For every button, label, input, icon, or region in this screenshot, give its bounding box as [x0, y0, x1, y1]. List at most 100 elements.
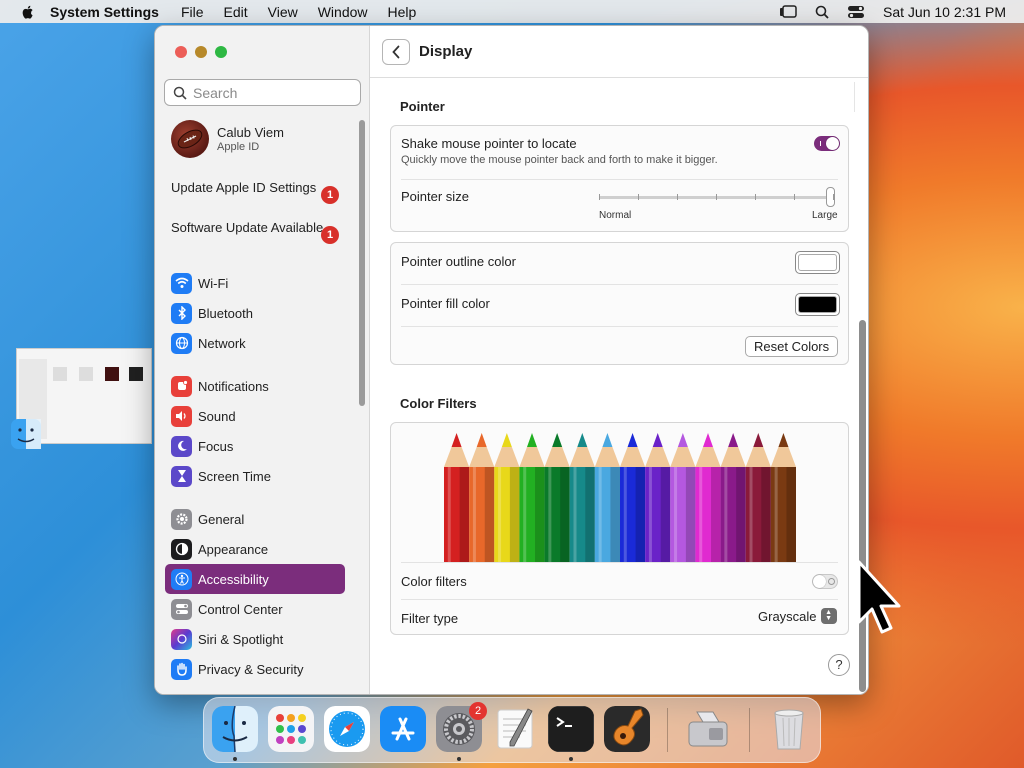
minimize-button[interactable]: [195, 46, 207, 58]
sidebar-item-appearance[interactable]: Appearance: [165, 534, 345, 564]
safari-icon[interactable]: [324, 706, 370, 752]
slider-tick: [794, 194, 795, 200]
notification-badge: 1: [321, 226, 339, 244]
divider: [854, 82, 855, 112]
pointer-color-group: Pointer outline color Pointer fill color…: [390, 242, 849, 365]
color-filters-toggle[interactable]: [812, 574, 838, 589]
mouse-pointer-icon: [857, 560, 901, 634]
chevron-left-icon: [392, 45, 400, 58]
sidebar-item-notifications[interactable]: Notifications: [165, 371, 345, 401]
menu-view[interactable]: View: [268, 4, 298, 20]
notice-update-apple-id[interactable]: Update Apple ID Settings: [171, 180, 341, 196]
migration-icon[interactable]: [685, 706, 731, 752]
menu-window[interactable]: Window: [318, 4, 368, 20]
textedit-icon[interactable]: [492, 706, 538, 752]
sidebar-item-label: Sound: [198, 408, 236, 424]
filter-type-label: Filter type: [401, 611, 459, 626]
filter-type-popup[interactable]: Grayscale ▲ ▼: [758, 608, 837, 624]
color-filters-label: Color filters: [401, 574, 467, 589]
bluetooth-icon: [171, 302, 192, 324]
sidebar-item-network[interactable]: Network: [165, 328, 345, 358]
sidebar-item-label: Wi-Fi: [198, 275, 229, 291]
control-center-icon[interactable]: [847, 5, 865, 19]
sidebar-item-wifi[interactable]: Wi-Fi: [165, 268, 345, 298]
pointer-fill-color-well[interactable]: [795, 293, 840, 316]
sidebar-scrollbar[interactable]: [359, 120, 365, 406]
reset-colors-button[interactable]: Reset Colors: [745, 336, 839, 357]
pointer-size-slider[interactable]: [599, 196, 835, 199]
sidebar-item-control-center[interactable]: Control Center: [165, 594, 345, 624]
dock-separator: [667, 708, 668, 752]
sidebar-item-general[interactable]: General: [165, 504, 345, 534]
pointer-outline-color-well[interactable]: [795, 251, 840, 274]
hourglass-icon: [171, 465, 192, 487]
sidebar-item-bluetooth[interactable]: Bluetooth: [165, 298, 345, 328]
slider-tick: [677, 194, 678, 200]
pencil-graphic: [620, 433, 646, 563]
hand-icon: [171, 658, 192, 680]
close-button[interactable]: [175, 46, 187, 58]
shake-pointer-toggle[interactable]: [814, 136, 840, 151]
shake-pointer-label: Shake mouse pointer to locate: [401, 136, 577, 151]
pencil-graphic: [720, 433, 746, 563]
back-button[interactable]: [382, 38, 410, 65]
pointer-settings-group: Shake mouse pointer to locate Quickly mo…: [390, 125, 849, 232]
color-filters-section-title: Color Filters: [400, 396, 477, 411]
menu-app-name[interactable]: System Settings: [50, 4, 159, 20]
pointer-size-max-label: Large: [812, 210, 838, 221]
globe-icon: [171, 332, 192, 354]
accessibility-icon: [171, 568, 192, 590]
finder-icon[interactable]: [10, 418, 42, 450]
sidebar-item-label: Notifications: [198, 378, 269, 394]
trash-icon[interactable]: [766, 706, 812, 752]
pencil-graphic: [444, 433, 470, 563]
terminal-icon[interactable]: [548, 706, 594, 752]
menu-file[interactable]: File: [181, 4, 204, 20]
pencil-graphic: [494, 433, 520, 563]
notification-badge: 2: [469, 702, 487, 720]
thumbnail-file-icon: [79, 367, 93, 381]
notification-badge: 1: [321, 186, 339, 204]
pointer-section-title: Pointer: [400, 99, 445, 114]
app-store-icon[interactable]: [380, 706, 426, 752]
pencil-graphic: [670, 433, 696, 563]
chevron-up-down-icon: ▲ ▼: [820, 608, 837, 624]
menu-clock[interactable]: Sat Jun 10 2:31 PM: [883, 4, 1006, 20]
sidebar-item-label: General: [198, 511, 245, 527]
bell-icon: [171, 375, 192, 397]
sidebar-item-accessibility[interactable]: Accessibility: [165, 564, 345, 594]
apple-id-profile[interactable]: Calub Viem Apple ID: [171, 120, 284, 158]
pencil-graphic: [569, 433, 595, 563]
filter-type-value: Grayscale: [758, 608, 817, 624]
sidebar-item-siri-spotlight[interactable]: Siri & Spotlight: [165, 624, 345, 654]
profile-name: Calub Viem: [217, 125, 284, 140]
garageband-icon[interactable]: [604, 706, 650, 752]
menu-help[interactable]: Help: [388, 4, 417, 20]
apple-menu-icon[interactable]: [20, 4, 36, 20]
menu-edit[interactable]: Edit: [224, 4, 248, 20]
sidebar-item-sound[interactable]: Sound: [165, 401, 345, 431]
sidebar-item-privacy-security[interactable]: Privacy & Security: [165, 654, 345, 684]
sidebar-item-label: Bluetooth: [198, 305, 253, 321]
sidebar-item-screen-time[interactable]: Screen Time: [165, 461, 345, 491]
pencil-graphic: [645, 433, 671, 563]
wifi-icon: [171, 272, 192, 294]
notice-software-update[interactable]: Software Update Available: [171, 220, 341, 236]
sidebar-item-label: Screen Time: [198, 468, 271, 484]
toggle-off-marker: [828, 578, 835, 585]
stage-manager-icon[interactable]: [779, 4, 797, 19]
gear-icon: [171, 508, 192, 530]
thumbnail-file-icon: [53, 367, 67, 381]
sidebar-item-label: Focus: [198, 438, 234, 454]
toggle-knob: [826, 137, 839, 150]
spotlight-search-icon[interactable]: [815, 5, 829, 19]
notice-label: Update Apple ID Settings: [171, 180, 317, 195]
finder-icon[interactable]: [212, 706, 258, 752]
search-field[interactable]: Search: [164, 79, 361, 106]
help-button[interactable]: ?: [828, 654, 850, 676]
launchpad-icon[interactable]: [268, 706, 314, 752]
thumbnail-file-icon: [105, 367, 119, 381]
sidebar-item-focus[interactable]: Focus: [165, 431, 345, 461]
zoom-button[interactable]: [215, 46, 227, 58]
content-pane: Display Pointer Shake mouse pointer to l…: [370, 26, 868, 694]
